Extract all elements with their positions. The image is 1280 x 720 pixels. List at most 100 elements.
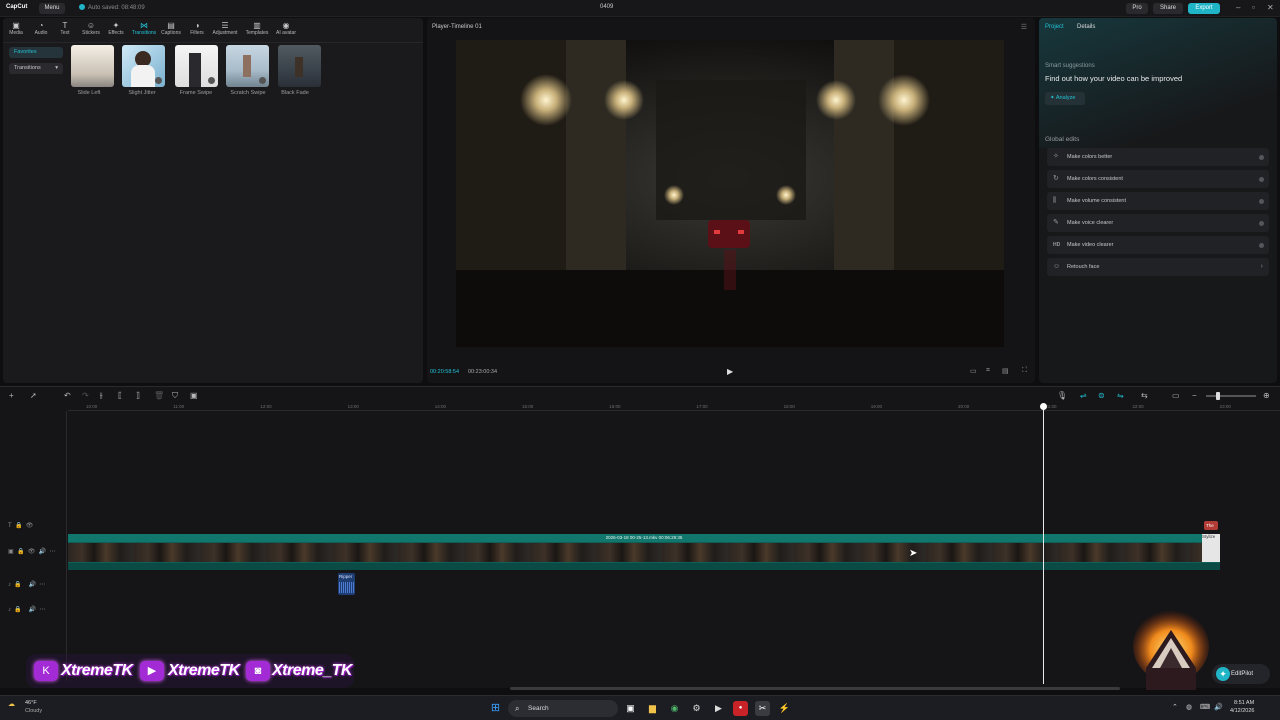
chrome-icon[interactable]: ◉ (667, 701, 682, 716)
zoom-fit-icon[interactable]: ▭ (1172, 391, 1180, 400)
global-edit-make-video-clearer[interactable]: HD Make video clearer (1047, 236, 1269, 254)
playhead[interactable] (1040, 403, 1047, 684)
transition-thumb-black-fade[interactable] (278, 45, 321, 87)
microphone-icon[interactable]: 🎙 (1057, 391, 1067, 400)
video-clip-waveform (68, 563, 1220, 570)
play-icon[interactable]: ▶ (727, 367, 733, 376)
audio-clip[interactable]: Ripper (338, 573, 355, 595)
windows-start-icon[interactable]: ⊞ (488, 701, 503, 716)
timeline-scrollbar[interactable] (510, 687, 1120, 690)
tool-templates[interactable]: ▥ Templates (242, 21, 272, 39)
tool-adjustment[interactable]: ☰ Adjustment (210, 21, 240, 39)
tray-app-icon[interactable]: ◍ (1186, 703, 1192, 711)
aspect-ratio-icon[interactable]: ▭ (970, 367, 977, 375)
text-clip[interactable]: The (1204, 521, 1218, 530)
global-edit-retouch-face[interactable]: ☺ Retouch face › (1047, 258, 1269, 276)
tab-details[interactable]: Details (1077, 24, 1095, 30)
transition-label: Black Fade (281, 90, 309, 96)
share-button[interactable]: Share (1153, 3, 1183, 14)
global-edit-make-volume-consistent[interactable]: ⫼ Make volume consistent (1047, 192, 1269, 210)
preview-axis-icon[interactable]: ⇆ (1141, 391, 1148, 400)
audio-track-2-controls[interactable]: ♪ 🔒 🔊 ⋯ (8, 606, 45, 613)
global-edit-make-colors-better[interactable]: ✧ Make colors better (1047, 148, 1269, 166)
editpilot-button[interactable]: ✦ EditPilot (1212, 664, 1270, 684)
video-clip-filmstrip (68, 543, 1220, 562)
global-edit-make-voice-clearer[interactable]: ✎ Make voice clearer (1047, 214, 1269, 232)
timeline-ruler[interactable] (68, 401, 1280, 411)
video-clip[interactable]: 2026-03-18 00-25-13.mkv 00:06:29:35 Styl… (68, 534, 1220, 570)
toggle-icon[interactable] (1259, 221, 1264, 226)
tray-chevron-icon[interactable]: ⌃ (1172, 703, 1178, 711)
clock-date[interactable]: 4/12/2026 (1230, 708, 1254, 714)
quality-icon[interactable]: ▤ (1002, 367, 1009, 375)
recorder-icon[interactable]: ● (733, 701, 748, 716)
zoom-slider-handle (1216, 392, 1220, 400)
select-tool-icon[interactable]: ➚ (30, 391, 37, 400)
transition-thumb-slide-left[interactable] (71, 45, 114, 87)
split-icon[interactable]: ⫲ (100, 391, 103, 401)
task-view-icon[interactable]: ▣ (623, 701, 638, 716)
export-button[interactable]: Export (1188, 3, 1220, 14)
global-edit-make-colors-consistent[interactable]: ↻ Make colors consistent (1047, 170, 1269, 188)
toggle-icon[interactable] (1259, 155, 1264, 160)
file-explorer-icon[interactable]: ▆ (645, 701, 660, 716)
zoom-in-icon[interactable]: ⊕ (1263, 391, 1270, 400)
steam-icon[interactable]: ⚡ (777, 701, 792, 716)
suggestions-headline: Find out how your video can be improved (1045, 74, 1183, 83)
text-track-controls[interactable]: T 🔒 👁 (8, 522, 33, 529)
sticker-clip[interactable]: Stylize (1202, 534, 1220, 562)
redo-icon[interactable]: ↷ (82, 391, 89, 400)
tool-filters[interactable]: ◑ Filters (185, 21, 209, 39)
maximize-icon[interactable]: ▫ (1252, 3, 1255, 12)
tool-media[interactable]: ▣ Media (4, 21, 28, 39)
link-icon[interactable]: ⇌ (1080, 391, 1087, 400)
transition-thumb-scratch-swipe[interactable] (226, 45, 269, 87)
toggle-icon[interactable] (1259, 199, 1264, 204)
tool-audio[interactable]: ◔ Audio (29, 21, 53, 39)
menu-button[interactable]: Menu (39, 3, 65, 14)
ai-icon[interactable]: ▣ (190, 391, 198, 400)
snap-icon[interactable]: ⇋ (1117, 391, 1124, 400)
trim-right-icon[interactable]: ⟧ (136, 391, 140, 400)
player-menu-icon[interactable]: ☰ (1021, 23, 1027, 31)
category-dropdown[interactable]: Transitions ▾ (9, 63, 63, 74)
toggle-icon[interactable] (1259, 177, 1264, 182)
favorites-button[interactable]: Favorites (9, 47, 63, 58)
settings-icon[interactable]: ⚙ (689, 701, 704, 716)
undo-icon[interactable]: ↶ (64, 391, 71, 400)
transition-thumb-frame-swipe[interactable] (175, 45, 218, 87)
close-icon[interactable]: ✕ (1267, 3, 1274, 12)
magnet-icon[interactable]: ⊜ (1098, 391, 1105, 400)
shield-icon[interactable]: ⛉ (172, 391, 178, 401)
tool-ai-avatar[interactable]: ◉ AI avatar (271, 21, 301, 39)
toggle-icon[interactable] (1259, 243, 1264, 248)
media-icon: ▣ (12, 21, 20, 30)
minimize-icon[interactable]: – (1236, 3, 1240, 12)
adjustment-icon: ☰ (221, 21, 229, 30)
pro-button[interactable]: Pro (1126, 3, 1148, 14)
analyze-button[interactable]: ✦ Analyze (1045, 92, 1085, 105)
taskbar-search[interactable]: ⌕ Search (508, 700, 618, 717)
zoom-out-icon[interactable]: − (1192, 391, 1197, 400)
media-player-icon[interactable]: ▶ (711, 701, 726, 716)
add-track-icon[interactable]: + (9, 391, 14, 400)
tool-captions[interactable]: ▤ Captions (159, 21, 183, 39)
capcut-taskbar-icon[interactable]: ✂ (755, 701, 770, 716)
tool-effects[interactable]: ✦ Effects (104, 21, 128, 39)
fullscreen-icon[interactable]: ⛶ (1022, 367, 1027, 375)
transition-thumb-slight-jitter[interactable] (122, 45, 165, 87)
clock-time[interactable]: 8:51 AM (1234, 700, 1254, 706)
zoom-slider[interactable] (1206, 392, 1256, 400)
video-track-controls[interactable]: ▣ 🔒 👁 🔊 ⋯ (8, 548, 56, 555)
video-preview[interactable] (456, 40, 1004, 347)
trim-left-icon[interactable]: ⟦ (118, 391, 122, 400)
delete-icon[interactable]: 🗑 (154, 391, 164, 400)
network-icon[interactable]: ⌨ (1200, 703, 1210, 711)
audio-track-1-controls[interactable]: ♪ 🔒 🔊 ⋯ (8, 581, 45, 588)
volume-icon[interactable]: 🔊 (1214, 703, 1223, 711)
tab-project[interactable]: Project (1045, 24, 1064, 30)
tool-transitions[interactable]: ⋈ Transitions (129, 21, 159, 39)
crop-icon[interactable]: ⌗ (986, 367, 990, 375)
tool-stickers[interactable]: ☺ Stickers (79, 21, 103, 39)
tool-text[interactable]: T Text (53, 21, 77, 39)
